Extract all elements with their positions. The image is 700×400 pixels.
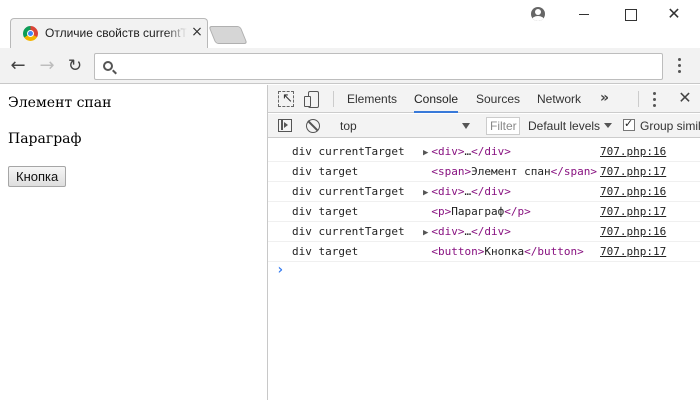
new-tab-button[interactable] (208, 26, 248, 44)
log-label: div target (292, 245, 359, 258)
group-similar-label: Group similar (640, 119, 700, 133)
source-link[interactable]: 707.php:17 (600, 162, 666, 182)
log-label: div currentTarget (292, 225, 405, 238)
console-log-row: div currentTarget ▶ <div>…</div> 707.php:16 (268, 182, 700, 202)
maximize-button[interactable] (620, 4, 640, 24)
console-log-row: div currentTarget ▶ <div>…</div> 707.php:16 (268, 222, 700, 242)
expand-triangle-icon[interactable]: ▶ (423, 188, 428, 198)
address-bar[interactable] (94, 53, 663, 80)
page-paragraph[interactable]: Параграф (8, 131, 81, 147)
filter-input[interactable]: Filter (486, 117, 520, 135)
source-link[interactable]: 707.php:16 (600, 222, 666, 242)
tab-title: Отличие свойств currentTarget (45, 26, 187, 40)
element-text: Параграф (451, 205, 505, 218)
open-tag: <button> (431, 245, 485, 258)
close-tag: </p> (504, 205, 531, 218)
profile-icon[interactable] (528, 4, 548, 24)
source-link[interactable]: 707.php:17 (600, 242, 666, 262)
close-tag: </button> (524, 245, 584, 258)
tab-console[interactable]: Console (414, 85, 459, 113)
console-prompt-icon[interactable]: › (276, 263, 284, 277)
open-tag: <span> (431, 165, 472, 178)
open-tag: <p> (431, 205, 452, 218)
context-value: top (340, 119, 357, 133)
close-tag: </div> (471, 225, 511, 238)
forward-arrow-icon[interactable]: → (36, 55, 58, 77)
log-element[interactable]: ▶ <div>…</div> (423, 222, 511, 243)
devtools-close-icon[interactable]: ✕ (677, 88, 693, 108)
search-icon (103, 61, 113, 71)
source-link[interactable]: 707.php:16 (600, 142, 666, 162)
source-link[interactable]: 707.php:17 (600, 202, 666, 222)
devtools-panel: Elements Console Sources Network » ✕ top… (267, 85, 700, 400)
element-text: Кнопка (484, 245, 525, 258)
page-button[interactable]: Кнопка (8, 166, 67, 187)
tab-elements[interactable]: Elements (347, 85, 397, 113)
browser-tab[interactable]: Отличие свойств currentTarget × (10, 18, 208, 48)
page-content: Элемент спан Параграф Кнопка (0, 85, 267, 400)
clear-console-icon[interactable] (306, 119, 320, 133)
chrome-favicon-icon (23, 26, 38, 41)
back-arrow-icon[interactable]: ← (7, 55, 29, 77)
element-text: Элемент спан (471, 165, 551, 178)
log-element[interactable]: ▶ <div>…</div> (423, 182, 511, 203)
devtools-tab-bar: Elements Console Sources Network » ✕ (268, 85, 700, 113)
devtools-menu-icon[interactable] (652, 92, 658, 107)
log-label: div target (292, 165, 359, 178)
log-element[interactable]: ▶<button>Кнопка</button> (423, 242, 584, 263)
minimize-button[interactable] (574, 4, 594, 24)
console-sidebar-icon[interactable] (278, 119, 292, 132)
console-toolbar: top Filter Default levels Group similar (268, 114, 700, 138)
log-levels-select[interactable]: Default levels (528, 116, 600, 136)
source-link[interactable]: 707.php:16 (600, 182, 666, 202)
title-bar: Отличие свойств currentTarget × ✕ (0, 0, 700, 48)
log-element[interactable]: ▶ <div>…</div> (423, 142, 511, 163)
log-element[interactable]: ▶<span>Элемент спан</span> (423, 162, 597, 183)
chevron-down-icon (462, 123, 470, 129)
console-log-row: div currentTarget ▶ <div>…</div> 707.php:16 (268, 142, 700, 162)
tab-close-icon[interactable]: × (190, 24, 204, 40)
page-span-text[interactable]: Элемент спан (8, 95, 111, 111)
inspect-element-icon[interactable] (278, 91, 294, 107)
console-output: div currentTarget ▶ <div>…</div> 707.php:16… (268, 139, 700, 400)
device-toolbar-icon[interactable] (304, 91, 320, 108)
close-tag: </div> (471, 185, 511, 198)
log-element[interactable]: ▶<p>Параграф</p> (423, 202, 531, 223)
expand-triangle-icon[interactable]: ▶ (423, 148, 428, 158)
console-log-row: div target ▶<span>Элемент спан</span>707.… (268, 162, 700, 182)
log-label: div currentTarget (292, 145, 405, 158)
window-close-button[interactable]: ✕ (664, 4, 684, 24)
browser-menu-icon[interactable] (672, 57, 688, 75)
more-tabs-icon[interactable]: » (600, 85, 609, 113)
log-label: div currentTarget (292, 185, 405, 198)
context-select[interactable]: top (334, 116, 472, 136)
expand-triangle-icon[interactable]: ▶ (423, 228, 428, 238)
close-tag: </span> (550, 165, 598, 178)
reload-icon[interactable]: ↻ (64, 55, 86, 77)
group-similar-checkbox[interactable] (623, 117, 635, 131)
browser-toolbar: ← → ↻ (0, 48, 700, 84)
divider (333, 91, 334, 107)
console-log-row: div target ▶<button>Кнопка</button> 707.ph… (268, 242, 700, 262)
open-tag: <div> (431, 185, 465, 198)
open-tag: <div> (431, 225, 465, 238)
log-label: div target (292, 205, 359, 218)
chevron-down-icon (604, 123, 612, 128)
close-tag: </div> (471, 145, 511, 158)
tab-sources[interactable]: Sources (476, 85, 520, 113)
open-tag: <div> (431, 145, 465, 158)
console-log-row: div target ▶<p>Параграф</p> 707.php:17 (268, 202, 700, 222)
divider (638, 91, 639, 107)
tab-network[interactable]: Network (537, 85, 581, 113)
